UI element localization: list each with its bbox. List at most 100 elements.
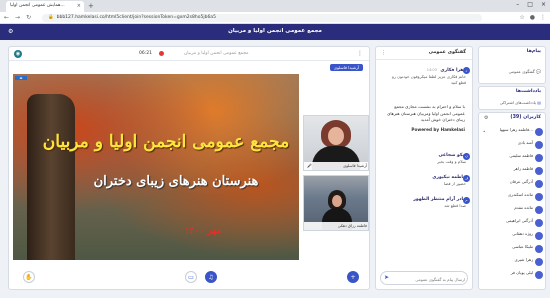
status-icon: • <box>483 129 486 134</box>
close-window-icon[interactable]: × <box>541 1 546 8</box>
user-list-item[interactable]: فاطمه سلیمی <box>483 153 543 163</box>
chat-input-box: ➤ <box>380 271 468 285</box>
message-author: نیکو شجاعی <box>438 153 466 158</box>
right-sidebar: پیام‌ها گفتگوی عمومی 💬 یادداشت‌ها یادداش… <box>478 46 546 290</box>
webcam-tile[interactable]: فاطمه رزاق دهکی <box>303 175 369 231</box>
powered-by-text: Powered by Hamkelasi <box>411 126 465 132</box>
powered-by: Powered by Hamkelasi <box>383 127 465 134</box>
user-list-item[interactable]: مائده اسکندری <box>483 192 543 202</box>
window-controls: – □ × <box>516 1 546 8</box>
welcome-text: با سلام و احترام به نشست مجازی مجمع عموم… <box>387 104 465 122</box>
users-section: کاربران (39) ⚙ • فاطمه زهرا سیهپا... آمن… <box>478 112 546 290</box>
user-list-item[interactable]: آذرگنی ابراهیمی <box>483 218 543 228</box>
user-name: زهرا شیری <box>514 257 533 262</box>
webcam-tile[interactable]: 🎤 آرشیدا قاسلوی <box>303 115 369 171</box>
message-text: سلام و وقت بخیر <box>437 159 466 164</box>
star-icon[interactable]: ☆ <box>519 14 524 21</box>
browser-tab[interactable]: همایش عمومی انجمن اولیا... × <box>6 1 84 12</box>
user-name: فاطمه زاهر <box>513 166 533 171</box>
user-list-item[interactable]: مائده مقدم <box>483 205 543 215</box>
user-list-item[interactable]: روژه دهقانی <box>483 231 543 241</box>
user-name: روژه دهقانی <box>512 231 533 236</box>
user-list-item[interactable]: آمنه بادی <box>483 140 543 150</box>
avatar <box>535 167 543 175</box>
presenter-badge: آرشیدا قاسلوی <box>329 64 363 71</box>
headphones-icon[interactable]: ♫ <box>205 271 217 283</box>
welcome-message: با سلام و احترام به نشست مجازی مجمع عموم… <box>380 101 468 136</box>
presentation-header: ◉ 06:21 مجمع عمومی انجمن اولیا و مربیان … <box>9 47 369 61</box>
presentation-slide: ▬ مجمع عمومی انجمن اولیا و مربیان هنرستا… <box>13 74 299 260</box>
avatar <box>535 271 543 279</box>
minimize-icon[interactable]: – <box>516 1 519 8</box>
user-list-item[interactable]: زهرا شیری <box>483 257 543 267</box>
new-tab-icon[interactable]: + <box>88 2 94 10</box>
webcam-name: فاطمه رزاق دهکی <box>337 223 367 228</box>
browser-actions: ☆ ● ⋮ <box>519 14 546 21</box>
shared-notes-item[interactable]: یادداشت‌های اشتراکی ▤ <box>500 100 541 105</box>
chat-options-icon[interactable]: ⋮ <box>381 50 386 56</box>
user-name: مائده اسکندری <box>508 192 533 197</box>
avatar <box>535 128 543 136</box>
public-chat-label: گفتگوی عمومی <box>508 69 535 74</box>
share-screen-icon[interactable]: ▭ <box>185 271 197 283</box>
avatar <box>535 206 543 214</box>
webcam-label: 🎤 آرشیدا قاسلوی <box>304 162 368 170</box>
avatar <box>535 154 543 162</box>
avatar <box>535 232 543 240</box>
user-list-item[interactable]: فاطمه زاهر <box>483 166 543 176</box>
message-text: حضور از فضا <box>443 181 466 186</box>
chat-input[interactable] <box>395 275 465 283</box>
chat-title: گفتگوی عمومی <box>428 50 466 55</box>
back-icon[interactable]: ← <box>4 14 9 21</box>
users-settings-icon[interactable]: ⚙ <box>484 115 488 121</box>
url-text: bbb127.hamkelasi.co/html5client/join?ses… <box>56 15 216 20</box>
address-bar: ← → ↻ 🔒 bbb127.hamkelasi.co/html5client/j… <box>0 12 550 24</box>
plus-icon[interactable]: + <box>347 271 359 283</box>
slide-line-1: مجمع عمومی انجمن اولیا و مربیان <box>42 132 290 152</box>
chat-bubble-icon: 💬 <box>536 69 541 74</box>
user-name: فاطمه زهرا سیهپا... <box>499 127 533 132</box>
menu-icon[interactable]: ⋮ <box>540 14 546 21</box>
user-list-item[interactable]: • فاطمه زهرا سیهپا... <box>483 127 543 137</box>
notes-icon: ▤ <box>537 100 541 105</box>
message-text: خانم فکاری عزیز لطفا میکروفون خودتون رو … <box>391 74 466 85</box>
avatar <box>535 258 543 266</box>
avatar: ف <box>463 175 470 182</box>
user-name: آمنه بادی <box>517 140 533 145</box>
avatar <box>535 180 543 188</box>
slide-minimize-icon[interactable]: ▬ <box>15 76 27 80</box>
message-author: فاطمه نیکپوری <box>432 175 466 180</box>
avatar <box>535 141 543 149</box>
public-chat-item[interactable]: گفتگوی عمومی 💬 <box>509 69 541 74</box>
profile-icon[interactable]: ● <box>530 14 535 21</box>
avatar <box>535 193 543 201</box>
options-menu-icon[interactable]: ⋮ <box>357 50 363 57</box>
user-list-item[interactable]: ملیکا عباسی <box>483 244 543 254</box>
webcam-label: فاطمه رزاق دهکی <box>304 222 368 230</box>
user-name: ملیکا عباسی <box>512 244 533 249</box>
raise-hand-icon[interactable]: ✋ <box>23 271 35 283</box>
url-field[interactable]: 🔒 bbb127.hamkelasi.co/html5client/join?se… <box>42 14 482 22</box>
webcam-person-face <box>328 127 344 145</box>
app-title: مجمع عمومی انجمن اولیا و مربیان <box>228 28 322 34</box>
lock-icon: 🔒 <box>48 15 54 20</box>
meeting-title: مجمع عمومی انجمن اولیا و مربیان <box>184 51 249 56</box>
user-name: مائده مقدم <box>514 205 533 210</box>
user-list-item[interactable]: لیلی پویان فر <box>483 270 543 280</box>
close-icon[interactable]: × <box>77 3 81 9</box>
reload-icon[interactable]: ↻ <box>26 14 31 21</box>
avatar <box>535 245 543 253</box>
send-icon[interactable]: ➤ <box>384 274 389 281</box>
message-author: مادر آرام منتظر الظهور <box>413 197 466 202</box>
notes-title: یادداشت‌ها <box>515 89 541 94</box>
forward-icon[interactable]: → <box>15 14 20 21</box>
app-header: ⚙ مجمع عمومی انجمن اولیا و مربیان <box>0 24 550 40</box>
maximize-icon[interactable]: □ <box>527 1 533 8</box>
message-text: صدا قطع شد <box>444 203 466 208</box>
record-icon[interactable] <box>159 51 164 56</box>
avatar: ز <box>463 67 470 74</box>
chat-message: ف فاطمه نیکپوری حضور از فضا <box>384 175 470 187</box>
user-list-item[interactable]: آذرگنی عرفان <box>483 179 543 189</box>
messages-section: پیام‌ها گفتگوی عمومی 💬 <box>478 46 546 84</box>
user-name: فاطمه سلیمی <box>509 153 533 158</box>
